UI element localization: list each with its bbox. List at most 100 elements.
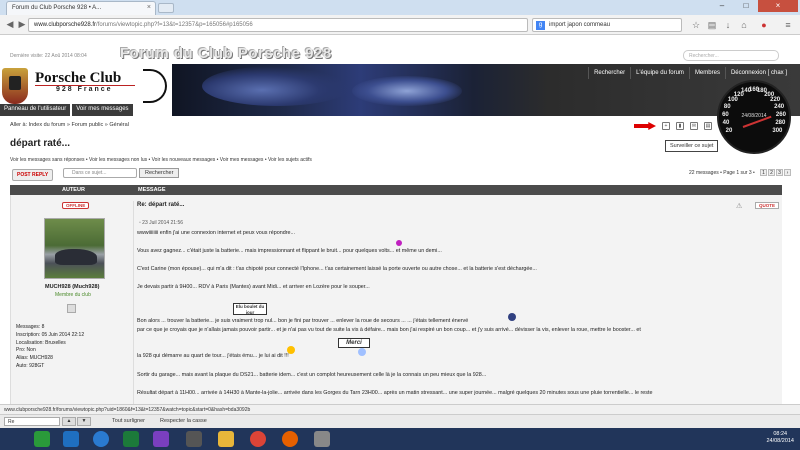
report-icon[interactable]: ⚠: [736, 202, 742, 210]
match-case-toggle[interactable]: Respecter la casse: [160, 418, 207, 424]
column-message: MESSAGE: [138, 187, 166, 193]
post-date: ▫ 23 Juil 2014 21:56: [139, 220, 184, 226]
top-menu: Rechercher L'équipe du forum Membres Déc…: [588, 67, 792, 79]
gauge-number: 240: [774, 104, 785, 111]
window-close-icon[interactable]: ×: [758, 0, 798, 12]
watch-topic-icon[interactable]: +: [662, 122, 670, 130]
search-button[interactable]: Rechercher: [139, 168, 180, 178]
star-icon[interactable]: ☆: [690, 19, 702, 31]
profile-car: Auto: 928GT: [16, 362, 45, 369]
taskbar: 08:24 24/08/2014: [0, 428, 800, 450]
page-title[interactable]: départ raté...: [10, 138, 70, 149]
tool-icon[interactable]: [314, 431, 330, 447]
find-navigation: ▲ ▼: [62, 417, 107, 426]
gauge-number: 80: [723, 104, 731, 111]
browser-tab[interactable]: Forum du Club Porsche 928 • A... ×: [6, 1, 156, 15]
profile-location: Localisation: Bruxelles: [16, 339, 66, 346]
menu-search[interactable]: Rechercher: [588, 67, 630, 79]
topic-search-input[interactable]: Dans ce sujet...: [63, 168, 137, 178]
clock-time: 08:24: [773, 431, 788, 437]
tab-title: Forum du Club Porsche 928 • A...: [12, 5, 102, 11]
column-author: AUTEUR: [62, 187, 85, 193]
bookmark-icon[interactable]: ▮: [676, 122, 684, 130]
post-line: Sortir du garage... mais avant la plaque…: [137, 372, 487, 378]
avatar-car: [55, 249, 97, 265]
pagination-info: 22 messages • Page 1 sur 3 •: [689, 170, 755, 176]
browser-search-value: import japon commeau: [549, 22, 611, 28]
forward-icon[interactable]: ▶: [16, 18, 28, 30]
next-page-icon[interactable]: ›: [784, 169, 791, 176]
browser-navbar: ◀ ▶ www.clubporsche928.fr/forums/viewtop…: [0, 15, 800, 35]
url-bar[interactable]: www.clubporsche928.fr/forums/viewtopic.p…: [28, 18, 528, 32]
profile-posts: Messages: 8: [16, 324, 45, 330]
porsche-crest-icon: [2, 68, 28, 104]
post-line: la 928 qui démarre au quart de tour... j…: [137, 353, 289, 359]
page-2[interactable]: 2: [768, 169, 775, 176]
home-icon[interactable]: ⌂: [738, 19, 750, 31]
firefox-icon[interactable]: [282, 431, 298, 447]
library-icon[interactable]: ▤: [706, 19, 718, 31]
print-icon[interactable]: ▤: [704, 122, 712, 130]
username[interactable]: MUCH928 (Much928): [45, 284, 99, 290]
chrome-icon[interactable]: [250, 431, 266, 447]
app-icon[interactable]: [186, 431, 202, 447]
email-icon[interactable]: ✉: [690, 122, 698, 130]
user-panel-button[interactable]: Panneau de l'utilisateur: [0, 104, 71, 116]
menu-icon[interactable]: ≡: [782, 19, 794, 31]
page-3[interactable]: 3: [776, 169, 783, 176]
gauge-number: 20: [725, 127, 733, 134]
red-arrow-icon: [634, 122, 656, 130]
download-icon[interactable]: ↓: [722, 19, 734, 31]
menu-members[interactable]: Membres: [688, 67, 725, 79]
post-date-text: 23 Juil 2014 21:56: [142, 220, 184, 226]
smiley-icon: [508, 313, 516, 321]
store-icon[interactable]: [34, 431, 50, 447]
find-prev-icon[interactable]: ▲: [62, 417, 76, 426]
quote-button[interactable]: QUOTE: [755, 202, 780, 209]
page-content: Dernière visite: 22 Aoû 2014 08:04 Forum…: [0, 36, 800, 404]
post-title[interactable]: Re: départ raté...: [137, 202, 184, 208]
post-line: C'est Carine (mon épouse)... qui m'a dit…: [137, 266, 537, 272]
clock[interactable]: 08:24 24/08/2014: [766, 431, 794, 445]
profile-alias: Alias: MUCH928: [16, 355, 53, 362]
breadcrumb[interactable]: Aller à: Index du forum » Forum public »…: [10, 122, 129, 128]
user-rank: Membre du club: [55, 292, 91, 298]
tooltip: Surveiller ce sujet: [665, 140, 719, 152]
back-icon[interactable]: ◀: [4, 18, 16, 30]
new-tab-button[interactable]: [158, 3, 174, 13]
menu-team[interactable]: L'équipe du forum: [630, 67, 689, 79]
table-header: AUTEUR MESSAGE: [10, 185, 782, 195]
excel-icon[interactable]: [123, 431, 139, 447]
status-bar: www.clubporsche928.fr/forums/viewtopic.p…: [0, 404, 800, 414]
ie-icon[interactable]: [93, 431, 109, 447]
post-line: par ce que je croyais que je n'allais ja…: [137, 327, 641, 333]
quick-links[interactable]: Voir les messages sans réponses • Voir l…: [10, 157, 312, 163]
page-1[interactable]: 1: [760, 169, 767, 176]
window-controls: – □ ×: [710, 0, 798, 12]
word-icon[interactable]: [63, 431, 79, 447]
post-reply-button[interactable]: POST REPLY: [12, 169, 54, 181]
highlight-all-toggle[interactable]: Tout surligner: [112, 418, 145, 424]
gauge-number: 40: [722, 120, 730, 126]
site-search-input[interactable]: Rechercher...: [683, 50, 779, 61]
url-host: www.clubporsche928.fr: [34, 22, 97, 28]
my-messages-button[interactable]: Voir mes messages: [72, 104, 133, 116]
media-icon[interactable]: [153, 431, 169, 447]
maximize-icon[interactable]: □: [734, 0, 758, 12]
browser-search-input[interactable]: g import japon commeau: [532, 18, 682, 32]
minimize-icon[interactable]: –: [710, 0, 734, 12]
rank-icon: [67, 304, 76, 313]
user-buttons: Panneau de l'utilisateur Voir mes messag…: [0, 104, 133, 116]
addon-icon[interactable]: ●: [758, 19, 770, 31]
browser-titlebar: Forum du Club Porsche 928 • A... × – □ ×: [0, 0, 800, 15]
close-tab-icon[interactable]: ×: [147, 4, 151, 11]
gauge-number: 300: [772, 127, 783, 134]
gauge-number: 220: [770, 97, 781, 104]
post-line: Résultat départ à 11H00... arrivée à 14H…: [137, 390, 653, 396]
find-input[interactable]: Re: [4, 417, 60, 426]
find-next-icon[interactable]: ▼: [77, 417, 91, 426]
folder-icon[interactable]: [218, 431, 234, 447]
menu-logout[interactable]: Déconnexion [ chax ]: [724, 67, 792, 79]
gauge-date: 24/08/2014: [741, 113, 767, 119]
status-badge: OFFLINE: [62, 202, 90, 209]
